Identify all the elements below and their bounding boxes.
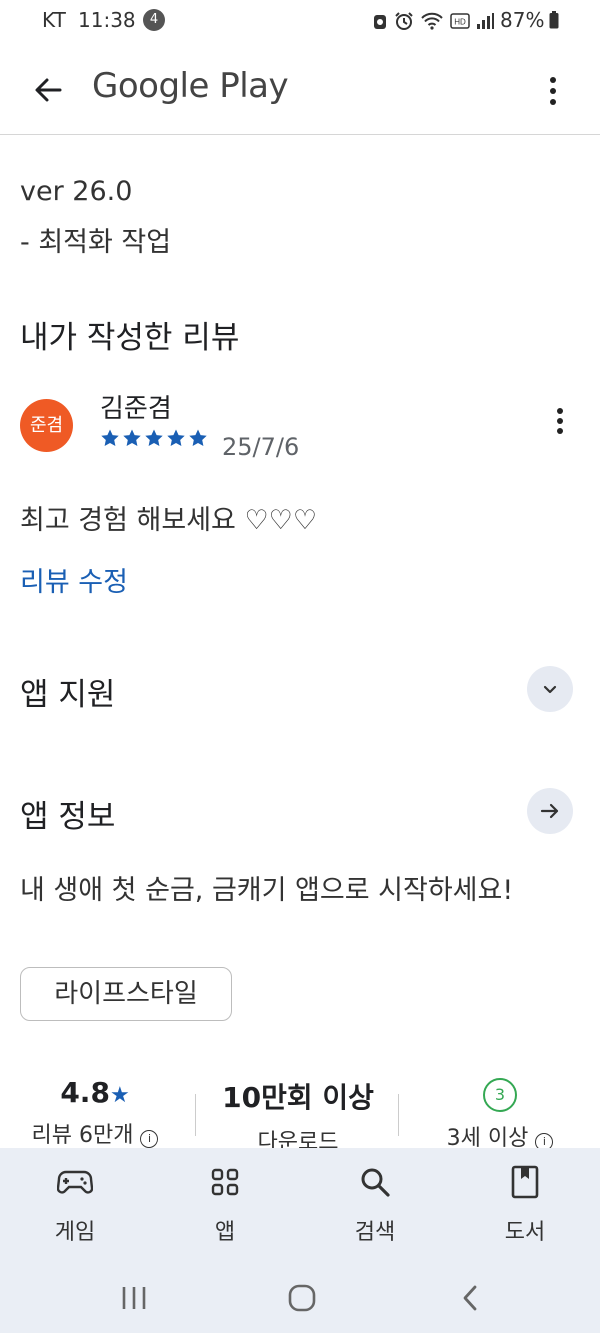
carrier-label: KT	[42, 8, 66, 32]
battery-icon	[549, 11, 559, 29]
back-nav-button[interactable]	[446, 1276, 494, 1320]
version-note: - 최적화 작업	[20, 227, 172, 258]
rating-value: 4.8	[60, 1076, 110, 1109]
star-icon	[189, 429, 207, 446]
review-more-button[interactable]	[548, 408, 572, 444]
nav-books[interactable]: 도서	[450, 1148, 600, 1264]
review-text: 최고 경험 해보세요 ♡♡♡	[20, 505, 318, 536]
nav-search-label: 검색	[354, 1220, 396, 1245]
app-info-heading[interactable]: 앱 정보	[20, 791, 115, 836]
book-icon	[511, 1165, 539, 1199]
search-icon	[361, 1168, 390, 1197]
app-info-arrow-button[interactable]	[527, 788, 573, 834]
edit-review-link[interactable]: 리뷰 수정	[20, 560, 128, 599]
star-icon	[123, 429, 141, 446]
star-icon	[101, 429, 119, 446]
wifi-icon	[421, 12, 443, 30]
nav-games[interactable]: 게임	[0, 1148, 150, 1264]
category-chip[interactable]: 라이프스타일	[20, 967, 232, 1021]
arrow-forward-icon	[540, 803, 559, 819]
nav-apps-label: 앱	[214, 1220, 236, 1245]
my-review-heading: 내가 작성한 리뷰	[20, 320, 240, 356]
more-vert-icon	[557, 408, 563, 414]
chevron-left-icon	[463, 1285, 477, 1311]
gamepad-icon	[57, 1170, 93, 1194]
review-date: 25/7/6	[222, 433, 300, 461]
bottom-navigation: 게임 앱 검색 도서	[0, 1148, 600, 1264]
apps-grid-icon	[211, 1168, 239, 1196]
status-bar: KT 11:38 4 HD 87%	[0, 0, 600, 42]
divider	[398, 1094, 399, 1136]
nav-games-label: 게임	[54, 1220, 96, 1245]
alarm-icon	[395, 12, 413, 30]
home-icon	[288, 1284, 316, 1312]
system-navigation-bar	[0, 1264, 600, 1333]
more-vert-icon	[550, 77, 556, 83]
hd-icon: HD	[450, 13, 470, 29]
divider	[195, 1094, 196, 1136]
review-count: 리뷰 6만개	[31, 1123, 134, 1148]
notification-count-badge: 4	[143, 9, 165, 31]
app-support-heading[interactable]: 앱 지원	[20, 669, 115, 714]
version-text: ver 26.0	[20, 176, 133, 207]
downloads-stat: 10만회 이상 다운로드	[198, 1076, 398, 1156]
age-rating-icon: 3	[483, 1078, 517, 1112]
clock: 11:38	[78, 8, 136, 32]
expand-app-support-button[interactable]	[527, 666, 573, 712]
downloads-value: 10만회 이상	[222, 1081, 374, 1114]
status-icons: HD	[372, 8, 494, 34]
reviewer-name: 김준겸	[100, 394, 172, 424]
recent-apps-button[interactable]	[110, 1278, 158, 1318]
age-rating-stat[interactable]: 3 3세 이상 i	[400, 1078, 600, 1152]
nav-apps[interactable]: 앱	[150, 1148, 300, 1264]
rating-stat[interactable]: 4.8★ 리뷰 6만개 i	[0, 1076, 190, 1149]
app-description: 내 생애 첫 순금, 금캐기 앱으로 시작하세요!	[20, 875, 514, 906]
app-bar-title: Google Play	[92, 66, 289, 106]
recycle-icon	[374, 15, 386, 29]
signal-icon	[477, 13, 494, 29]
arrow-back-icon	[35, 78, 62, 102]
more-options-button[interactable]	[536, 68, 570, 114]
star-icon	[167, 429, 185, 446]
nav-search[interactable]: 검색	[300, 1148, 450, 1264]
battery-percent: 87%	[500, 8, 545, 32]
star-icon	[145, 429, 163, 446]
app-bar: Google Play	[0, 42, 600, 135]
nav-books-label: 도서	[504, 1220, 546, 1245]
recent-apps-icon	[122, 1287, 146, 1309]
chevron-down-icon	[543, 685, 557, 694]
avatar: 준겸	[20, 399, 73, 452]
home-button[interactable]	[278, 1276, 326, 1320]
svg-text:HD: HD	[454, 18, 466, 27]
star-rating	[100, 428, 208, 448]
back-button[interactable]	[24, 66, 72, 114]
star-icon: ★	[109, 1083, 130, 1108]
info-icon: i	[140, 1130, 159, 1148]
